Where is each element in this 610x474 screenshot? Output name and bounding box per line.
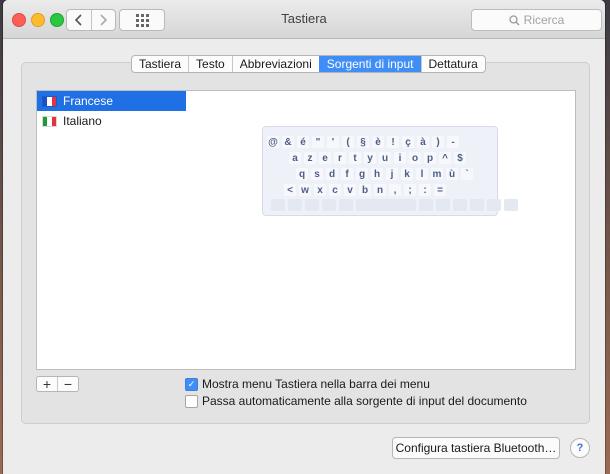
keyboard-key: &: [282, 136, 294, 148]
configure-bluetooth-keyboard-button[interactable]: Configura tastiera Bluetooth…: [392, 437, 560, 459]
title-bar: Tastiera Ricerca: [3, 0, 605, 39]
keyboard-key: ,: [389, 184, 401, 196]
keyboard-key: :: [419, 184, 431, 196]
keyboard-row: q s d f g h j k l m ù `: [296, 168, 473, 180]
keyboard-blank-key: [339, 199, 353, 211]
keyboard-key: h: [371, 168, 383, 180]
keyboard-row: a z e r t y u i o p ^ $: [289, 152, 466, 164]
keyboard-key: q: [296, 168, 308, 180]
keyboard-key: f: [341, 168, 353, 180]
keyboard-key: i: [394, 152, 406, 164]
keyboard-key: p: [424, 152, 436, 164]
show-keyboard-menu-checkbox[interactable]: ✓: [185, 377, 198, 391]
input-source-item[interactable]: Francese: [37, 91, 187, 111]
search-field[interactable]: Ricerca: [471, 9, 602, 31]
keyboard-key: d: [326, 168, 338, 180]
keyboard-key: j: [386, 168, 398, 180]
keyboard-key: é: [297, 136, 309, 148]
keyboard-key: m: [431, 168, 443, 180]
keyboard-row: < w x c v b n,;: =: [284, 184, 446, 196]
keyboard-key: `: [461, 168, 473, 180]
keyboard-blank-key: [288, 199, 302, 211]
keyboard-preview-area: @ & é " '(§ è! ç à) - a z e r t y u i o p ^ $ q s d f g h j k l m ù ` < w x…: [186, 90, 576, 370]
keyboard-key: $: [454, 152, 466, 164]
keyboard-key: !: [387, 136, 399, 148]
search-icon: [509, 14, 520, 25]
keyboard-key: ù: [446, 168, 458, 180]
list-add-remove-buttons: + −: [36, 376, 79, 392]
help-button[interactable]: ?: [570, 438, 590, 458]
keyboard-key: a: [289, 152, 301, 164]
remove-source-button[interactable]: −: [57, 377, 78, 391]
keyboard-blank-key: [419, 199, 433, 211]
preferences-window: Tastiera Ricerca Tastiera Testo Abbreviazi…: [3, 0, 605, 474]
keyboard-key: ): [432, 136, 444, 148]
tab-abbreviazioni[interactable]: Abbreviazioni: [231, 56, 319, 72]
input-source-label: Francese: [63, 94, 114, 108]
tab-tastiera[interactable]: Tastiera: [132, 56, 188, 72]
keyboard-key: §: [357, 136, 369, 148]
keyboard-key: ç: [402, 136, 414, 148]
keyboard-key: ': [327, 136, 339, 148]
tab-dettatura[interactable]: Dettatura: [420, 56, 485, 72]
search-placeholder: Ricerca: [523, 13, 565, 27]
keyboard-blank-key: [470, 199, 484, 211]
input-source-list: Francese Italiano: [36, 90, 188, 370]
keyboard-key: s: [311, 168, 323, 180]
keyboard-key: t: [349, 152, 361, 164]
auto-switch-option[interactable]: Passa automaticamente alla sorgente di i…: [185, 394, 527, 408]
keyboard-key: k: [401, 168, 413, 180]
input-source-label: Italiano: [63, 114, 102, 128]
keyboard-key: b: [359, 184, 371, 196]
keyboard-key: ^: [439, 152, 451, 164]
keyboard-bottom-row: [271, 199, 518, 211]
auto-switch-label: Passa automaticamente alla sorgente di i…: [202, 394, 527, 408]
keyboard-key: v: [344, 184, 356, 196]
keyboard-blank-key: [305, 199, 319, 211]
keyboard-key: n: [374, 184, 386, 196]
keyboard-key: <: [284, 184, 296, 196]
flag-icon: [42, 95, 57, 107]
add-source-button[interactable]: +: [37, 377, 57, 391]
keyboard-key: g: [356, 168, 368, 180]
keyboard-key: ;: [404, 184, 416, 196]
keyboard-key: è: [372, 136, 384, 148]
show-keyboard-menu-label: Mostra menu Tastiera nella barra dei men…: [202, 377, 430, 391]
flag-icon: [42, 115, 57, 127]
keyboard-blank-key: [504, 199, 518, 211]
keyboard-key: ": [312, 136, 324, 148]
keyboard-key: r: [334, 152, 346, 164]
keyboard-blank-key: [356, 199, 416, 211]
keyboard-blank-key: [436, 199, 450, 211]
keyboard-blank-key: [322, 199, 336, 211]
keyboard-key: (: [342, 136, 354, 148]
keyboard-key: l: [416, 168, 428, 180]
keyboard-key: z: [304, 152, 316, 164]
keyboard-blank-key: [487, 199, 501, 211]
keyboard-key: =: [434, 184, 446, 196]
keyboard-key: à: [417, 136, 429, 148]
keyboard-key: u: [379, 152, 391, 164]
keyboard-blank-key: [271, 199, 285, 211]
tab-sorgenti-di-input[interactable]: Sorgenti di input: [318, 56, 421, 72]
keyboard-key: c: [329, 184, 341, 196]
keyboard-key: o: [409, 152, 421, 164]
tab-bar: Tastiera Testo Abbreviazioni Sorgenti di in…: [131, 55, 486, 73]
keyboard-key: y: [364, 152, 376, 164]
keyboard-layout-preview: @ & é " '(§ è! ç à) - a z e r t y u i o p ^ $ q s d f g h j k l m ù ` < w x…: [262, 126, 518, 216]
keyboard-blank-key: [453, 199, 467, 211]
keyboard-key: x: [314, 184, 326, 196]
keyboard-key: e: [319, 152, 331, 164]
keyboard-key: -: [447, 136, 459, 148]
keyboard-key: @: [267, 136, 279, 148]
keyboard-row: @ & é " '(§ è! ç à) -: [267, 136, 459, 148]
keyboard-key: w: [299, 184, 311, 196]
tab-testo[interactable]: Testo: [188, 56, 232, 72]
auto-switch-checkbox[interactable]: [185, 394, 198, 408]
show-keyboard-menu-option[interactable]: ✓ Mostra menu Tastiera nella barra dei m…: [185, 377, 430, 391]
input-source-item[interactable]: Italiano: [37, 111, 187, 131]
